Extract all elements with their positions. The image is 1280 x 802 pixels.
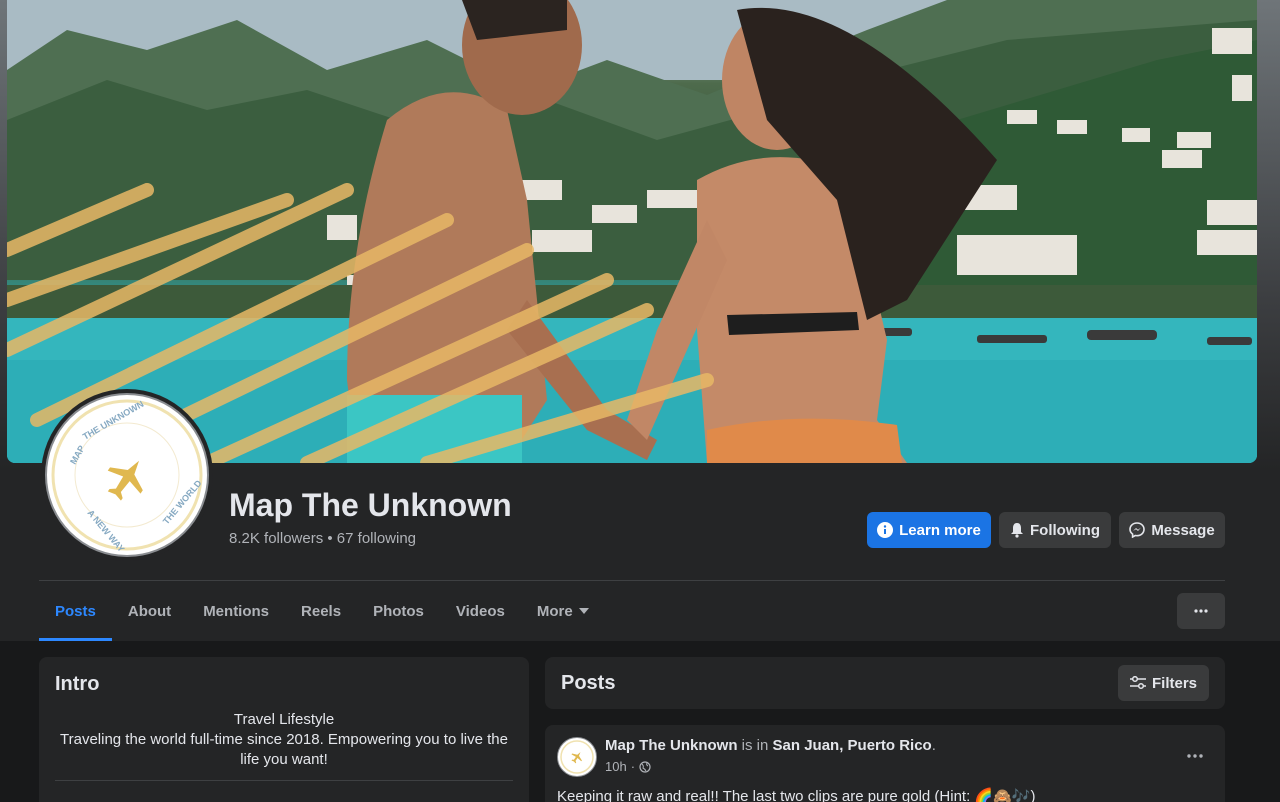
message-button[interactable]: Message <box>1119 512 1225 548</box>
airplane-icon <box>560 740 594 774</box>
post-author-avatar[interactable] <box>557 737 597 777</box>
intro-bio: Travel Lifestyle Traveling the world ful… <box>55 710 513 770</box>
tab-mentions[interactable]: Mentions <box>187 581 285 641</box>
caret-down-icon <box>578 608 589 614</box>
post-period: . <box>931 737 936 754</box>
tab-label: More <box>536 602 573 620</box>
tab-more[interactable]: More <box>521 581 605 641</box>
tab-label: Reels <box>301 602 342 620</box>
post-location[interactable]: San Juan, Puerto Rico <box>773 737 932 754</box>
intro-line-2: Traveling the world full-time since 2018… <box>60 731 508 768</box>
tab-videos[interactable]: Videos <box>440 581 521 641</box>
intro-divider <box>55 780 513 781</box>
tab-label: Videos <box>455 602 505 620</box>
tab-posts[interactable]: Posts <box>39 581 112 641</box>
globe-icon <box>639 760 651 773</box>
learn-more-button[interactable]: Learn more <box>867 512 991 548</box>
post-is-in: is in <box>737 737 773 754</box>
page-options-button[interactable] <box>1177 593 1225 629</box>
tab-photos[interactable]: Photos <box>357 581 440 641</box>
profile-avatar[interactable]: MAP THE UNKNOWN A NEW WAY THE WORLD <box>41 389 213 561</box>
tab-label: Posts <box>55 602 96 620</box>
cover-illustration <box>7 0 1257 463</box>
following-button[interactable]: Following <box>999 512 1111 548</box>
tab-label: Mentions <box>203 602 270 620</box>
bell-icon <box>1011 523 1023 538</box>
post-author-name[interactable]: Map The Unknown <box>605 737 738 754</box>
follower-stats[interactable]: 8.2K followers • 67 following <box>229 530 416 547</box>
tab-label: Photos <box>373 602 424 620</box>
profile-tabs: Posts About Mentions Reels Photos Videos… <box>39 581 605 641</box>
intro-title: Intro <box>55 673 100 695</box>
page-title: Map The Unknown <box>229 487 512 523</box>
post-card: Map The Unknown is in San Juan, Puerto R… <box>545 725 1225 802</box>
post-header-line: Map The Unknown is in San Juan, Puerto R… <box>605 737 936 754</box>
intro-line-1: Travel Lifestyle <box>233 711 335 728</box>
info-icon <box>877 522 894 538</box>
following-label: Following <box>1030 521 1100 539</box>
svg-text:THE UNKNOWN: THE UNKNOWN <box>81 399 145 442</box>
filters-label: Filters <box>1151 674 1197 692</box>
message-label: Message <box>1151 521 1215 539</box>
tab-about[interactable]: About <box>112 581 187 641</box>
tab-label: About <box>127 602 172 620</box>
ellipsis-icon <box>1187 754 1203 758</box>
sliders-icon <box>1129 676 1146 690</box>
post-time[interactable]: 10h <box>605 759 627 774</box>
svg-text:MAP: MAP <box>68 444 87 466</box>
ellipsis-icon <box>1194 609 1208 613</box>
post-time-dot: · <box>630 759 636 774</box>
learn-more-label: Learn more <box>899 521 981 539</box>
posts-title: Posts <box>561 672 616 694</box>
cover-photo[interactable] <box>7 0 1257 463</box>
tab-reels[interactable]: Reels <box>285 581 357 641</box>
airplane-icon: MAP THE UNKNOWN A NEW WAY THE WORLD <box>51 399 204 554</box>
avatar-logo: MAP THE UNKNOWN A NEW WAY THE WORLD <box>45 393 209 557</box>
post-timestamp-row: 10h · <box>605 759 651 774</box>
messenger-icon <box>1129 522 1146 538</box>
post-body-text: Keeping it raw and real!! The last two c… <box>557 788 1036 802</box>
intro-card: Intro Travel Lifestyle Traveling the wor… <box>39 657 529 802</box>
posts-header-card: Posts Filters <box>545 657 1225 709</box>
post-options-button[interactable] <box>1187 745 1203 763</box>
filters-button[interactable]: Filters <box>1117 665 1209 701</box>
